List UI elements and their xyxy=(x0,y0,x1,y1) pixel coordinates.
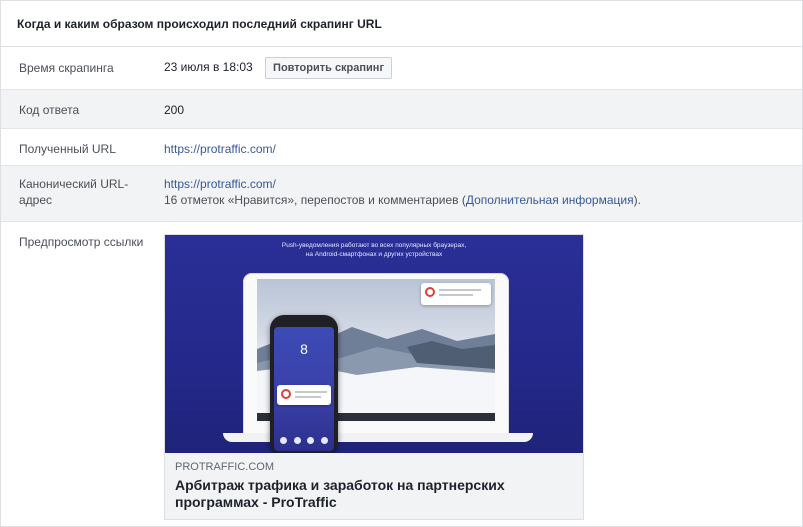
fetched-url-link[interactable]: https://protraffic.com/ xyxy=(164,142,276,156)
phone-clock: 8 xyxy=(300,341,308,357)
desktop-push-notification xyxy=(421,283,491,305)
canonical-url-label: Канонический URL-адрес xyxy=(19,177,129,207)
row-fetched-url: Полученный URL https://protraffic.com/ xyxy=(1,129,802,166)
preview-title[interactable]: Арбитраж трафика и заработок на партнерс… xyxy=(175,477,573,511)
fetched-url-label: Полученный URL xyxy=(19,142,116,156)
phone-illustration: 8 xyxy=(270,315,338,453)
preview-caption-line1: Push-уведомления работают во всех популя… xyxy=(281,242,467,249)
engagement-stats-end: ). xyxy=(633,193,641,207)
preview-domain: PROTRAFFIC.COM xyxy=(175,461,274,473)
phone-dock-icons xyxy=(280,437,328,444)
link-preview-wrap: Push-уведомления работают во всех популя… xyxy=(164,234,802,526)
rescrape-button[interactable]: Повторить скрапинг xyxy=(265,57,393,79)
panel-title: Когда и каким образом происходил последн… xyxy=(1,1,802,47)
link-preview-card[interactable]: Push-уведомления работают во всех популя… xyxy=(164,234,584,520)
row-response-code: Код ответа 200 xyxy=(1,90,802,129)
phone-push-notification xyxy=(277,385,331,405)
scrape-time-value: 23 июля в 18:03 xyxy=(164,60,253,75)
scrape-time-label: Время скрапинга xyxy=(19,61,114,75)
fetched-url-wrap: https://protraffic.com/ xyxy=(164,141,802,165)
scrape-time-value-wrap: 23 июля в 18:03 Повторить скрапинг xyxy=(164,57,802,89)
more-info-link[interactable]: Дополнительная информация xyxy=(466,193,634,207)
link-preview-label: Предпросмотр ссылки xyxy=(19,235,144,249)
row-link-preview: Предпросмотр ссылки Push-уведомления раб… xyxy=(1,222,802,526)
scrape-info-panel: Когда и каким образом происходил последн… xyxy=(0,0,803,527)
phone-screen-illustration: 8 xyxy=(274,327,334,451)
preview-caption-line2: на Android-смартфонах и других устройств… xyxy=(305,251,443,258)
engagement-stats: 16 отметок «Нравится», перепостов и комм… xyxy=(164,193,466,207)
row-scrape-time: Время скрапинга 23 июля в 18:03 Повторит… xyxy=(1,47,802,90)
response-code-value: 200 xyxy=(164,103,185,117)
row-canonical-url: Канонический URL-адрес https://protraffi… xyxy=(1,166,802,222)
response-code-label: Код ответа xyxy=(19,103,80,117)
preview-image: Push-уведомления работают во всех популя… xyxy=(165,235,583,453)
canonical-url-wrap: https://protraffic.com/ 16 отметок «Нрав… xyxy=(164,176,802,221)
canonical-url-link[interactable]: https://protraffic.com/ xyxy=(164,177,276,191)
preview-card-body: PROTRAFFIC.COM Арбитраж трафика и зарабо… xyxy=(165,453,583,519)
